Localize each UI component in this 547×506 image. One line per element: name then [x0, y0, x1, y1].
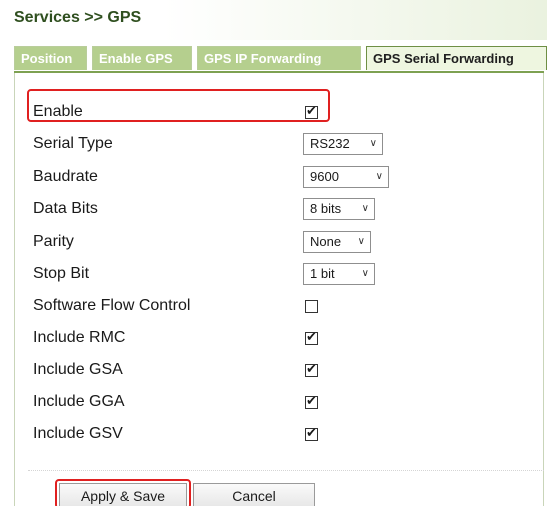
settings-panel: Enable ✔ Serial Type RS232 ∨ Baudrate 96… — [14, 73, 544, 506]
page: Services >> GPS Position Enable GPS GPS … — [0, 0, 547, 506]
baudrate-label: Baudrate — [33, 168, 98, 185]
data-bits-row: Data Bits 8 bits ∨ — [15, 195, 535, 225]
enable-highlight-box — [27, 89, 330, 122]
include-gsv-checkbox[interactable]: ✔ — [305, 426, 318, 441]
include-gga-checkbox[interactable]: ✔ — [305, 394, 318, 409]
chevron-down-icon: ∨ — [357, 236, 365, 247]
serial-type-select[interactable]: RS232 ∨ — [303, 133, 383, 155]
serial-type-label: Serial Type — [33, 135, 113, 152]
include-rmc-checkbox[interactable]: ✔ — [305, 330, 318, 345]
data-bits-value: 8 bits — [310, 201, 342, 216]
include-gsa-checkbox[interactable]: ✔ — [305, 362, 318, 377]
serial-type-row: Serial Type RS232 ∨ — [15, 130, 535, 160]
include-gga-row: Include GGA ✔ — [15, 388, 535, 418]
chevron-down-icon: ∨ — [361, 268, 369, 279]
tab-gps-ip-forwarding[interactable]: GPS IP Forwarding — [197, 46, 361, 70]
parity-value: None — [310, 234, 342, 249]
include-gsa-row: Include GSA ✔ — [15, 356, 535, 386]
data-bits-select[interactable]: 8 bits ∨ — [303, 198, 375, 220]
include-gga-label: Include GGA — [33, 393, 125, 410]
include-rmc-row: Include RMC ✔ — [15, 324, 535, 354]
divider — [28, 470, 544, 471]
tab-enable-gps[interactable]: Enable GPS — [92, 46, 192, 70]
apply-highlight-box — [55, 479, 191, 506]
cancel-button[interactable]: Cancel — [193, 483, 315, 506]
check-icon: ✔ — [306, 330, 317, 345]
software-flow-control-label: Software Flow Control — [33, 297, 191, 314]
parity-row: Parity None ∨ — [15, 228, 535, 258]
include-gsv-row: Include GSV ✔ — [15, 420, 535, 450]
baudrate-row: Baudrate 9600 ∨ — [15, 163, 535, 193]
include-rmc-label: Include RMC — [33, 329, 126, 346]
parity-select[interactable]: None ∨ — [303, 231, 371, 253]
parity-label: Parity — [33, 233, 74, 250]
include-gsv-label: Include GSV — [33, 425, 123, 442]
stop-bit-row: Stop Bit 1 bit ∨ — [15, 260, 535, 290]
stop-bit-value: 1 bit — [310, 266, 335, 281]
check-icon: ✔ — [306, 394, 317, 409]
tab-bar: Position Enable GPS GPS IP Forwarding GP… — [14, 46, 547, 72]
software-flow-control-row: Software Flow Control — [15, 292, 535, 322]
chevron-down-icon: ∨ — [361, 203, 369, 214]
tab-position[interactable]: Position — [14, 46, 87, 70]
tab-gps-serial-forwarding[interactable]: GPS Serial Forwarding — [366, 46, 547, 70]
serial-type-value: RS232 — [310, 136, 350, 151]
software-flow-control-checkbox[interactable] — [305, 300, 318, 313]
baudrate-select[interactable]: 9600 ∨ — [303, 166, 389, 188]
data-bits-label: Data Bits — [33, 200, 98, 217]
include-gsa-label: Include GSA — [33, 361, 123, 378]
check-icon: ✔ — [306, 362, 317, 377]
stop-bit-label: Stop Bit — [33, 265, 90, 282]
check-icon: ✔ — [306, 426, 317, 441]
chevron-down-icon: ∨ — [369, 138, 377, 149]
baudrate-value: 9600 — [310, 169, 339, 184]
chevron-down-icon: ∨ — [375, 171, 383, 182]
stop-bit-select[interactable]: 1 bit ∨ — [303, 263, 375, 285]
breadcrumb: Services >> GPS — [14, 9, 142, 26]
breadcrumb-bar: Services >> GPS — [0, 0, 547, 40]
